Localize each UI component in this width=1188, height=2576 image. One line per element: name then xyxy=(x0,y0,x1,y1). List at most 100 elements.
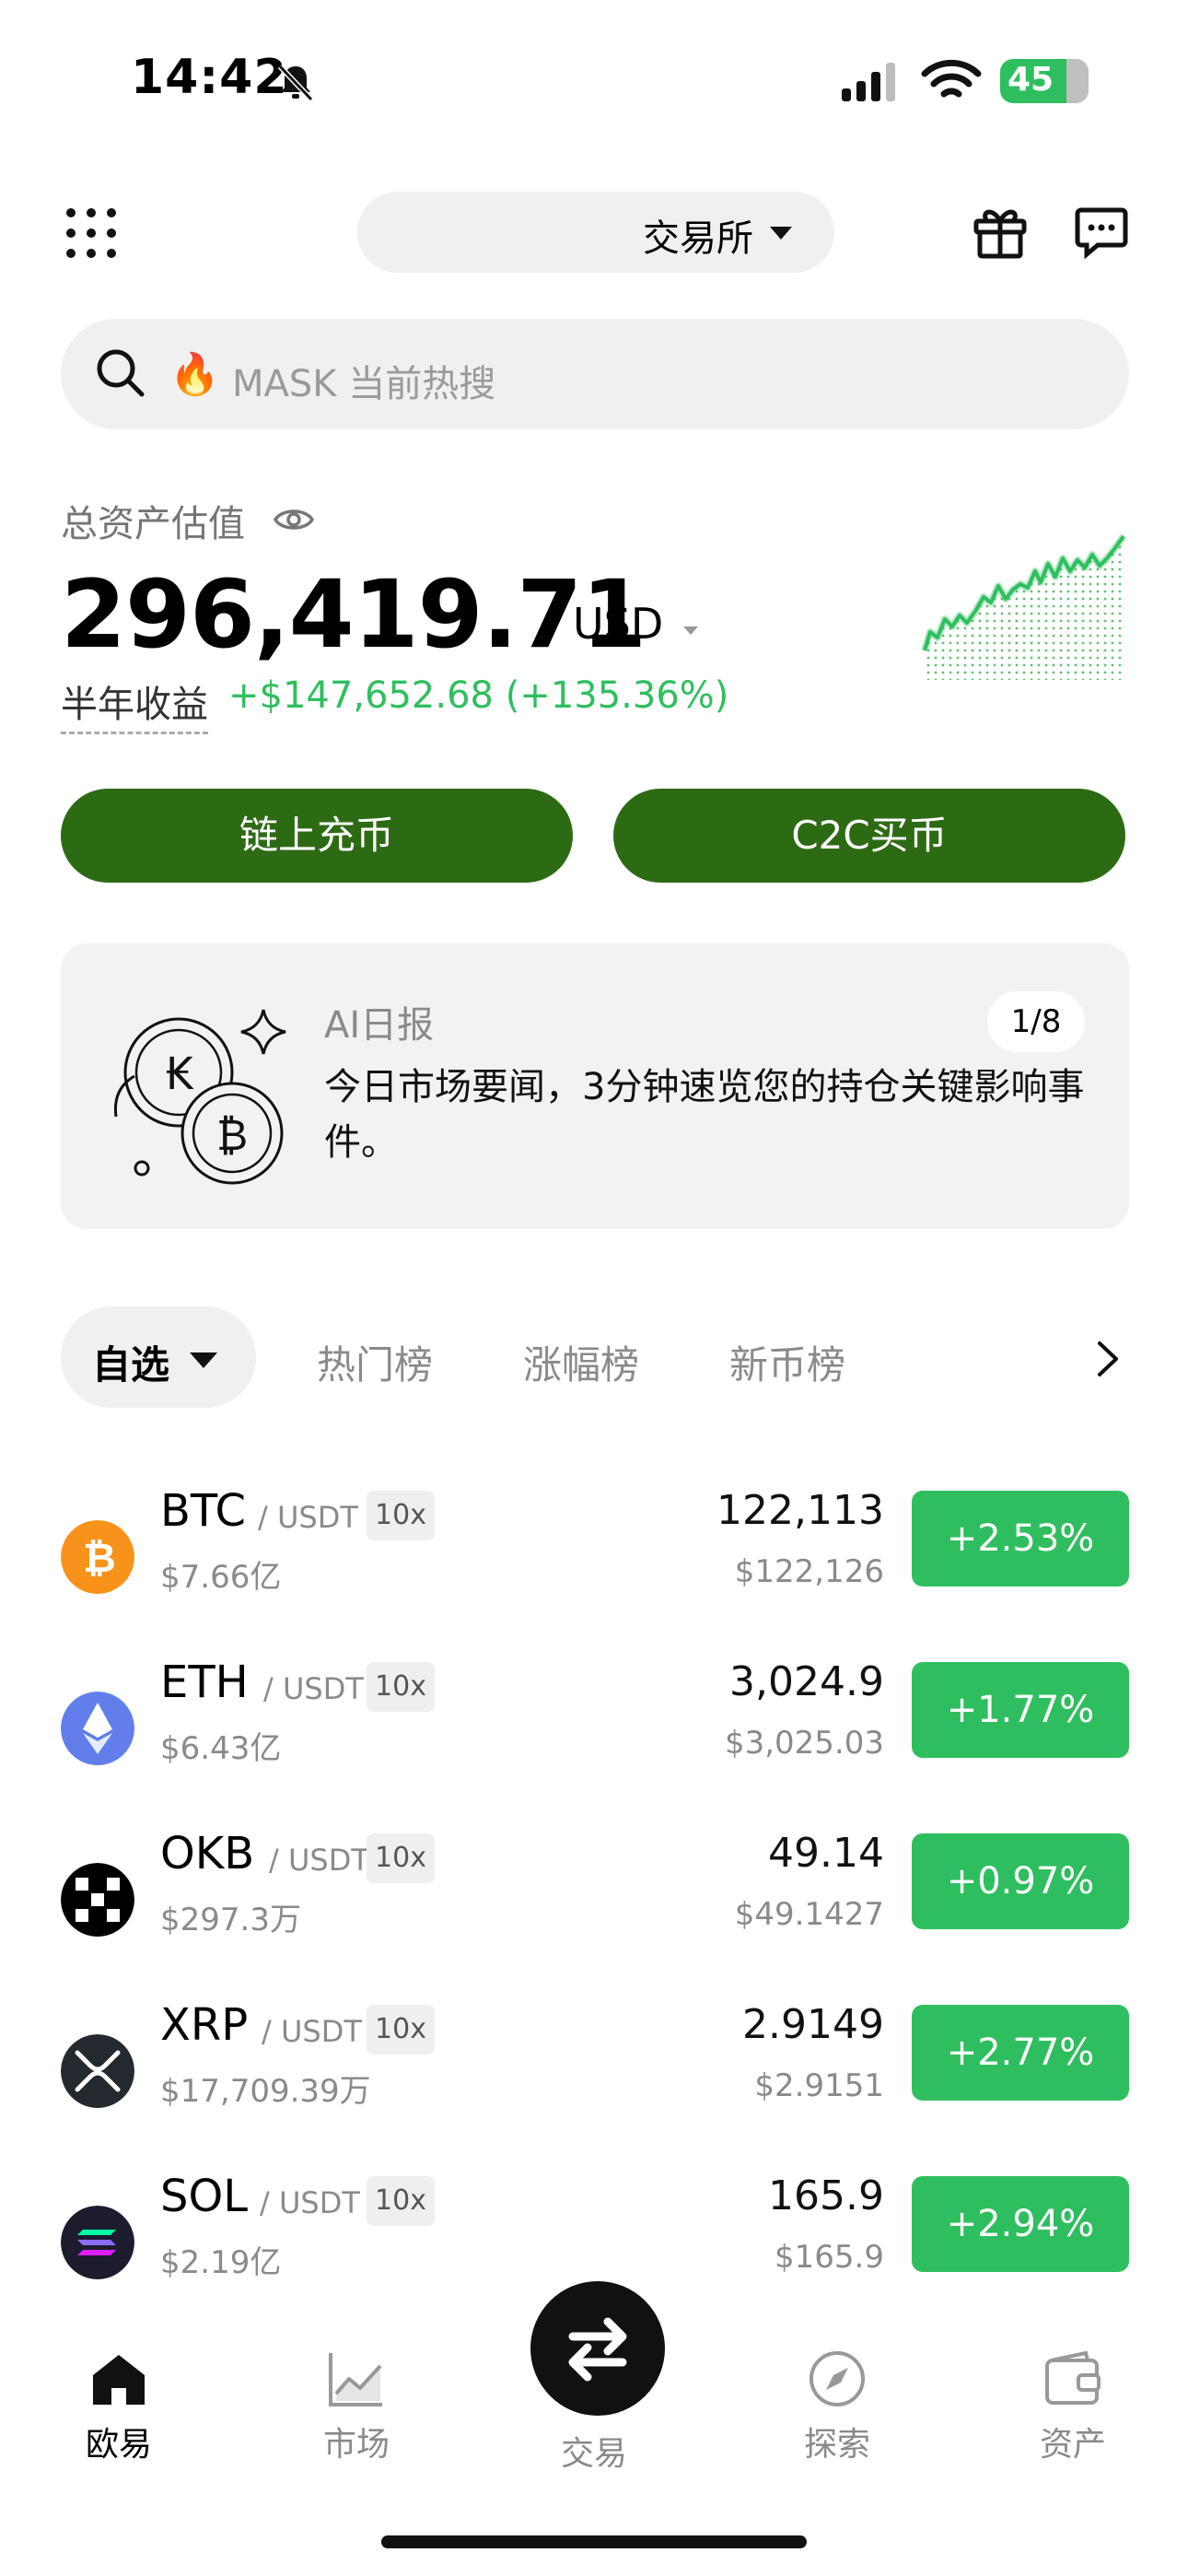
coin-change-badge[interactable]: +0.97% xyxy=(912,1833,1129,1929)
bell-muted-icon xyxy=(277,64,314,102)
coin-symbol: ETH xyxy=(160,1657,249,1708)
battery-level: 45 xyxy=(1007,61,1054,99)
ai-report-pager: 1/8 xyxy=(987,991,1085,1052)
pnl-value: +$147,652.68 (+135.36%) xyxy=(228,674,729,717)
total-assets-amount: 296,419.71 xyxy=(61,560,646,670)
coin-usd-price: $49.1427 xyxy=(734,1896,884,1933)
coin-symbol: OKB xyxy=(160,1828,255,1879)
coin-volume: $297.3万 xyxy=(160,1902,301,1938)
coin-usd-price: $122,126 xyxy=(734,1553,884,1590)
coin-volume: $6.43亿 xyxy=(160,1730,282,1767)
coin-pair: / USDT xyxy=(263,1671,364,1706)
coin-symbol: XRP xyxy=(160,1999,249,2051)
nav-home[interactable]: 欧易 xyxy=(50,2348,188,2465)
coin-row-okb[interactable]: OKB / USDT 10x $297.3万 49.14 $49.1427 +0… xyxy=(0,1821,1188,1992)
ai-report-body: 今日市场要闻，3分钟速览您的持仓关键影响事件。 xyxy=(324,1066,1085,1164)
coin-pair: / USDT xyxy=(262,2014,362,2049)
coin-change-badge[interactable]: +2.94% xyxy=(912,2176,1129,2272)
total-assets-label: 总资产估值 xyxy=(61,503,245,545)
eye-icon[interactable] xyxy=(273,503,315,536)
coin-price: 122,113 xyxy=(716,1487,884,1534)
coin-row-xrp[interactable]: XRP / USDT 10x $17,709.39万 2.9149 $2.915… xyxy=(0,1992,1188,2163)
nav-trade-button[interactable] xyxy=(530,2281,665,2416)
message-icon[interactable] xyxy=(1074,205,1129,260)
leverage-badge: 10x xyxy=(367,2005,435,2055)
coin-change-badge[interactable]: +1.77% xyxy=(912,1662,1129,1758)
app-grid-icon[interactable] xyxy=(64,206,118,260)
wallet-icon xyxy=(1045,2350,1101,2405)
ai-report-title: AI日报 xyxy=(324,1004,435,1047)
coin-pair: / USDT xyxy=(260,2185,360,2220)
nav-home-label: 欧易 xyxy=(85,2426,152,2464)
home-icon xyxy=(93,2355,145,2405)
cellular-signal-icon xyxy=(842,63,895,101)
wifi-icon xyxy=(921,59,982,98)
coin-row-eth[interactable]: ETH / USDT 10x $6.43亿 3,024.9 $3,025.03 … xyxy=(0,1649,1188,1821)
coin-pair: / USDT xyxy=(269,1843,369,1878)
currency-caret-icon[interactable] xyxy=(683,626,698,635)
swap-arrows-icon xyxy=(568,2317,627,2382)
tab-favorites-label: 自选 xyxy=(92,1342,170,1388)
c2c-buy-button[interactable]: C2C买币 xyxy=(613,789,1125,883)
nav-explore[interactable]: 探索 xyxy=(768,2348,906,2465)
okb-icon xyxy=(61,1863,134,1937)
ai-daily-report-card[interactable]: ₭ ₿ AI日报 今日市场要闻，3分钟速览您的持仓关键影响事件。 1/8 xyxy=(61,943,1129,1229)
tab-new-listings[interactable]: 新币榜 xyxy=(729,1334,845,1390)
bitcoin-icon: ₿ xyxy=(61,1520,134,1594)
coin-volume: $7.66亿 xyxy=(160,1559,282,1596)
onchain-deposit-button[interactable]: 链上充币 xyxy=(61,789,573,883)
currency-selector[interactable]: USD xyxy=(573,599,663,649)
nav-trade-label[interactable]: 交易 xyxy=(525,2427,663,2475)
coin-price: 2.9149 xyxy=(742,2001,884,2048)
coin-volume: $2.19亿 xyxy=(160,2244,282,2281)
chevron-down-icon xyxy=(770,227,792,240)
coin-row-btc[interactable]: ₿ BTC / USDT 10x $7.66亿 122,113 $122,126… xyxy=(0,1478,1188,1649)
search-icon xyxy=(97,349,145,397)
leverage-badge: 10x xyxy=(367,1491,435,1540)
xrp-icon xyxy=(61,2034,134,2108)
ethereum-icon xyxy=(61,1692,134,1765)
coin-price: 165.9 xyxy=(768,2172,884,2219)
coin-price: 49.14 xyxy=(768,1830,884,1877)
svg-text:₿: ₿ xyxy=(83,1535,116,1582)
leverage-badge: 10x xyxy=(367,1833,435,1883)
coin-symbol: BTC xyxy=(160,1485,246,1537)
chevron-right-icon[interactable] xyxy=(1094,1338,1122,1380)
svg-text:₭: ₭ xyxy=(166,1048,194,1100)
coin-symbol: SOL xyxy=(160,2171,248,2222)
coin-volume: $17,709.39万 xyxy=(160,2073,371,2110)
leverage-badge: 10x xyxy=(367,2176,435,2226)
home-indicator xyxy=(381,2535,807,2548)
battery-indicator: 45 xyxy=(1000,59,1089,103)
exchange-mode-switch[interactable]: 交易所 xyxy=(357,192,834,273)
coin-change-badge[interactable]: +2.77% xyxy=(912,2005,1129,2101)
tab-hot[interactable]: 热门榜 xyxy=(317,1334,433,1390)
coin-pair: / USDT xyxy=(258,1500,358,1535)
nav-assets[interactable]: 资产 xyxy=(1004,2348,1142,2465)
coin-change-badge[interactable]: +2.53% xyxy=(912,1491,1129,1587)
search-bar[interactable]: 🔥 MASK 当前热搜 xyxy=(61,319,1129,429)
coins-illustration-icon: ₭ ₿ xyxy=(113,1009,286,1185)
search-placeholder: MASK 当前热搜 xyxy=(232,363,496,405)
asset-sparkline[interactable] xyxy=(919,531,1127,680)
exchange-mode-label: 交易所 xyxy=(643,217,753,260)
coin-usd-price: $165.9 xyxy=(775,2239,884,2276)
chevron-down-icon xyxy=(190,1352,217,1368)
leverage-badge: 10x xyxy=(367,1662,435,1712)
coin-usd-price: $2.9151 xyxy=(754,2067,884,2104)
status-time: 14:42 xyxy=(131,50,288,105)
solana-icon xyxy=(61,2206,134,2279)
fire-icon: 🔥 xyxy=(169,351,220,398)
coin-price: 3,024.9 xyxy=(729,1658,884,1705)
compass-icon xyxy=(809,2351,865,2406)
tab-gainers[interactable]: 涨幅榜 xyxy=(523,1334,639,1390)
tab-favorites[interactable]: 自选 xyxy=(61,1306,256,1408)
svg-text:₿: ₿ xyxy=(216,1110,248,1160)
pnl-label[interactable]: 半年收益 xyxy=(61,674,208,734)
nav-assets-label: 资产 xyxy=(1039,2426,1106,2464)
coin-usd-price: $3,025.03 xyxy=(724,1725,884,1762)
nav-market-label: 市场 xyxy=(322,2426,390,2464)
nav-market[interactable]: 市场 xyxy=(287,2348,425,2465)
nav-explore-label: 探索 xyxy=(803,2426,870,2464)
gift-icon[interactable] xyxy=(971,203,1030,262)
